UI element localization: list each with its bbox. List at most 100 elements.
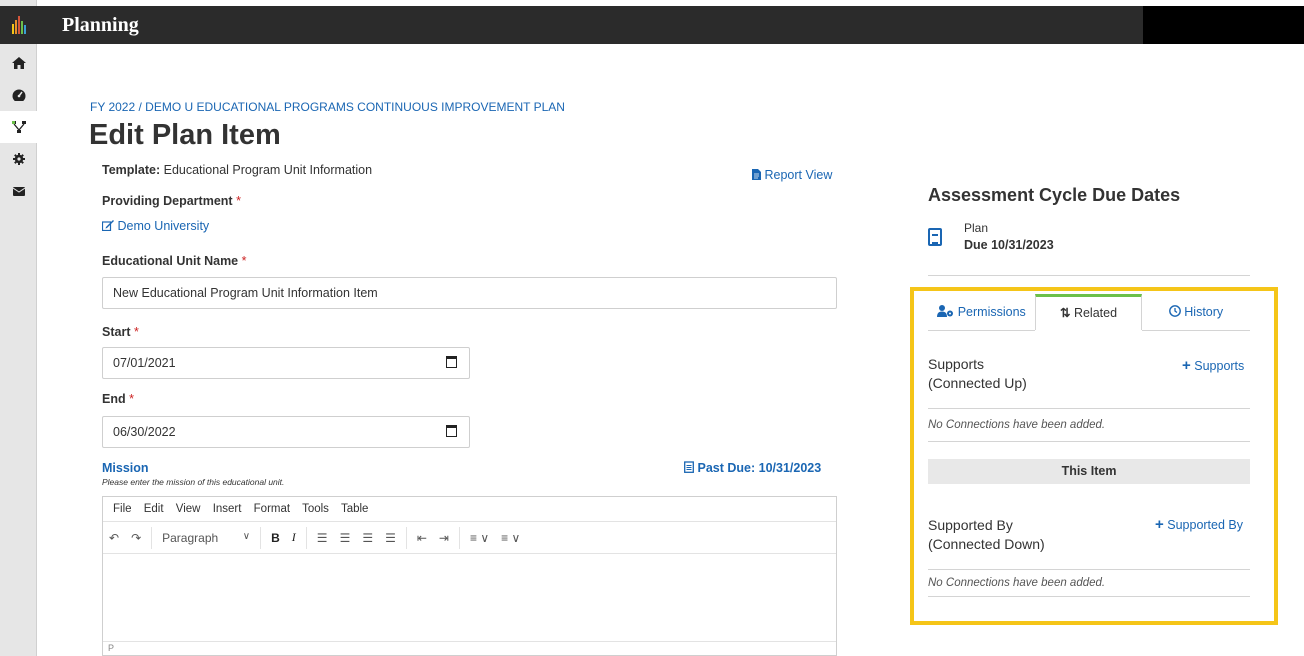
supports-title-line2: (Connected Up) (928, 375, 1027, 391)
menu-tools[interactable]: Tools (302, 503, 329, 515)
sidebar-item-messages[interactable] (0, 175, 37, 207)
element-path[interactable]: P (108, 643, 114, 653)
menu-file[interactable]: File (113, 503, 132, 515)
plus-icon: + (1182, 357, 1191, 374)
tab-related-label: Related (1073, 306, 1118, 320)
divider (928, 275, 1250, 276)
report-view-label: Report View (764, 168, 833, 182)
menu-view[interactable]: View (176, 503, 201, 515)
mission-due-text: Past Due: 10/31/2023 (697, 461, 822, 475)
end-label: End * (102, 392, 134, 406)
bar-chart-logo-icon (11, 16, 26, 34)
providing-department-label: Providing Department * (102, 194, 241, 208)
due-item-name: Plan (964, 221, 989, 235)
clipboard-icon (684, 461, 694, 473)
editor-menubar: File Edit View Insert Format Tools Table (103, 497, 836, 522)
start-label: Start * (102, 325, 139, 339)
related-panel-highlight (910, 287, 1278, 625)
tab-history[interactable]: History (1142, 294, 1250, 330)
tab-permissions[interactable]: Permissions (928, 294, 1035, 330)
report-view-link[interactable]: Report View (752, 168, 832, 182)
start-date-value: 07/01/2021 (113, 356, 176, 370)
editor-statusbar: P (103, 641, 836, 655)
bullet-list-icon[interactable]: ≡ ∨ (464, 531, 495, 545)
left-sidebar (0, 0, 37, 656)
add-supported-by-link[interactable]: + Supported By (1155, 516, 1243, 533)
this-item-marker: This Item (928, 459, 1250, 484)
supports-title: Supports (Connected Up) (928, 355, 1027, 393)
due-dates-title: Assessment Cycle Due Dates (928, 185, 1181, 205)
add-supports-link[interactable]: + Supports (1182, 357, 1244, 374)
unit-name-text: Educational Unit Name (102, 254, 239, 268)
divider (928, 408, 1250, 409)
header-right-area (1143, 6, 1304, 44)
app-logo[interactable] (0, 6, 37, 44)
sidebar-item-dashboard[interactable] (0, 79, 37, 111)
block-format-select[interactable]: Paragraph ∨ (156, 531, 256, 545)
redo-icon[interactable]: ↷ (125, 531, 147, 545)
indent-icon[interactable]: ⇥ (433, 531, 455, 545)
numbered-list-icon[interactable]: ≡ ∨ (495, 531, 526, 545)
template-row: Template: Educational Program Unit Infor… (102, 163, 372, 177)
clipboard-icon (928, 228, 942, 246)
start-date-input[interactable]: 07/01/2021 (102, 347, 470, 379)
required-mark: * (236, 194, 241, 208)
align-left-icon[interactable]: ☰ (311, 531, 334, 545)
mission-editor[interactable]: File Edit View Insert Format Tools Table… (102, 496, 837, 656)
divider (928, 596, 1250, 597)
supports-empty-message: No Connections have been added. (928, 419, 1106, 431)
app-title: Planning (62, 14, 139, 36)
user-cog-icon (937, 305, 954, 317)
home-icon (11, 57, 26, 69)
menu-format[interactable]: Format (254, 503, 290, 515)
add-supports-label: Supports (1194, 359, 1245, 373)
providing-department-value: Demo University (117, 219, 210, 233)
sidebar-item-settings[interactable] (0, 143, 37, 175)
sidebar-item-home[interactable] (0, 47, 37, 79)
tab-underline (928, 330, 1035, 331)
italic-icon[interactable]: I (286, 530, 302, 545)
divider (928, 441, 1250, 442)
supported-by-title: Supported By (Connected Down) (928, 516, 1045, 554)
divider (151, 526, 153, 549)
bold-icon[interactable]: B (265, 531, 286, 545)
plus-icon: + (1155, 516, 1164, 533)
app-header: Planning (37, 6, 1143, 44)
providing-department-link[interactable]: Demo University (101, 219, 210, 233)
menu-edit[interactable]: Edit (144, 503, 164, 515)
sidebar-item-hierarchy[interactable] (0, 111, 37, 143)
menu-insert[interactable]: Insert (213, 503, 242, 515)
breadcrumb[interactable]: FY 2022 / DEMO U EDUCATIONAL PROGRAMS CO… (90, 100, 565, 114)
tab-history-label: History (1184, 305, 1224, 319)
edit-icon (101, 220, 114, 232)
undo-icon[interactable]: ↶ (103, 531, 125, 545)
unit-name-input[interactable]: New Educational Program Unit Information… (102, 277, 837, 309)
mission-due-status: Past Due: 10/31/2023 (684, 461, 821, 475)
outdent-icon[interactable]: ⇤ (411, 531, 433, 545)
divider (405, 526, 407, 549)
editor-toolbar: ↶ ↷ Paragraph ∨ B I ☰ ☰ ☰ ☰ ⇤ ⇥ ≡ ∨ ≡ ∨ (103, 522, 836, 554)
dashboard-icon (12, 89, 25, 101)
unit-name-label: Educational Unit Name * (102, 254, 247, 268)
document-icon (752, 169, 761, 180)
tab-related[interactable]: ⇅ Related (1035, 294, 1142, 330)
sort-arrows-icon: ⇅ (1059, 306, 1071, 320)
supported-by-title-line1: Supported By (928, 517, 1013, 533)
tab-permissions-label: Permissions (957, 305, 1026, 319)
calendar-icon[interactable] (446, 425, 457, 437)
calendar-icon[interactable] (446, 356, 457, 368)
end-date-input[interactable]: 06/30/2022 (102, 416, 470, 448)
align-right-icon[interactable]: ☰ (356, 531, 379, 545)
align-center-icon[interactable]: ☰ (334, 531, 357, 545)
clock-icon (1168, 305, 1181, 317)
divider (458, 526, 460, 549)
divider (305, 526, 307, 549)
divider (928, 569, 1250, 570)
required-mark: * (241, 254, 247, 268)
end-date-value: 06/30/2022 (113, 425, 176, 439)
supported-by-empty-message: No Connections have been added. (928, 577, 1106, 589)
align-justify-icon[interactable]: ☰ (379, 531, 402, 545)
end-text: End (102, 392, 126, 406)
menu-table[interactable]: Table (341, 503, 369, 515)
tab-underline (1142, 330, 1250, 331)
